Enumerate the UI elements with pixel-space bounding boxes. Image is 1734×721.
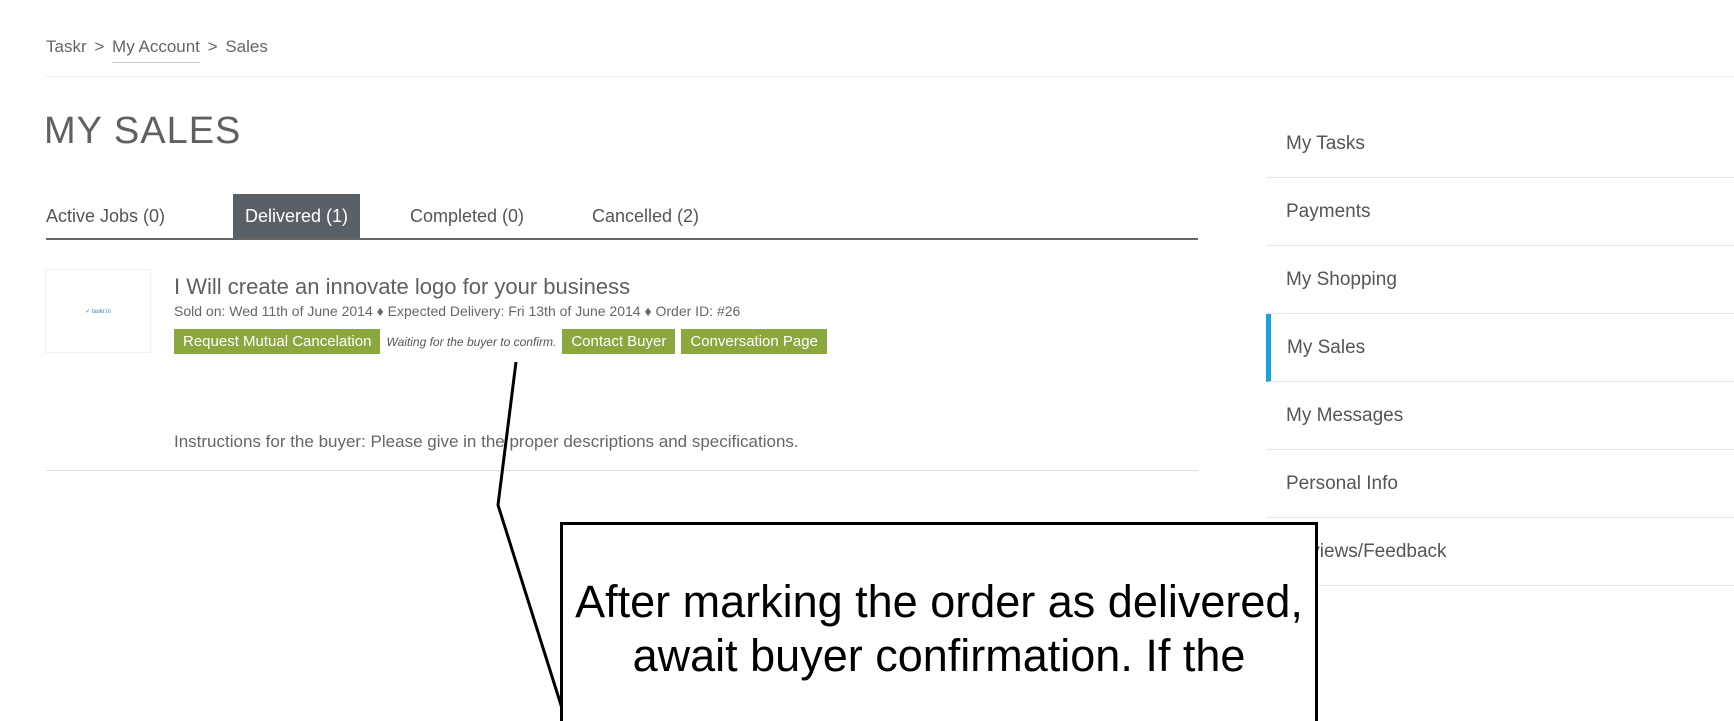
tab-active-jobs[interactable]: Active Jobs (0) [46,194,177,238]
breadcrumb-separator: > [94,37,105,56]
sidebar-item-my-shopping[interactable]: My Shopping [1266,246,1734,314]
page: Taskr > My Account > Sales MY SALES Acti… [0,0,1734,721]
job-thumbnail[interactable]: ✓ taskr.in [46,270,150,352]
job-title[interactable]: I Will create an innovate logo for your … [174,274,630,300]
job-actions: Request Mutual Cancelation Waiting for t… [174,329,827,354]
sidebar-item-my-tasks[interactable]: My Tasks [1266,110,1734,178]
sidebar-item-personal-info[interactable]: Personal Info [1266,450,1734,518]
sidebar-item-my-messages[interactable]: My Messages [1266,382,1734,450]
callout-line-1: After marking the order as delivered, [575,576,1303,627]
request-cancelation-button[interactable]: Request Mutual Cancelation [174,329,381,354]
breadcrumb-my-account[interactable]: My Account [112,37,200,56]
breadcrumb-current: Sales [225,37,268,56]
tab-completed[interactable]: Completed (0) [398,194,536,238]
page-title: MY SALES [44,110,242,152]
header-divider [46,76,1734,77]
account-sidebar: My Tasks Payments My Shopping My Sales M… [1266,110,1734,586]
tab-delivered[interactable]: Delivered (1) [233,194,361,238]
job-meta: Sold on: Wed 11th of June 2014 ♦ Expecte… [174,303,741,319]
tab-cancelled[interactable]: Cancelled (2) [580,194,711,238]
buyer-instructions: Instructions for the buyer: Please give … [174,432,799,451]
sidebar-item-payments[interactable]: Payments [1266,178,1734,246]
conversation-page-button[interactable]: Conversation Page [681,329,827,354]
sales-tabs: Active Jobs (0) Delivered (1) Completed … [46,194,1198,240]
taskr-logo: ✓ taskr.in [85,308,111,315]
sidebar-item-my-sales[interactable]: My Sales [1266,314,1734,382]
annotation-callout: After marking the order as delivered, aw… [560,522,1318,721]
breadcrumb-root[interactable]: Taskr [46,37,87,56]
waiting-status-text: Waiting for the buyer to confirm. [386,334,557,349]
contact-buyer-button[interactable]: Contact Buyer [562,329,676,354]
callout-line-2: await buyer confirmation. If the [632,630,1246,681]
breadcrumb-separator: > [207,37,218,56]
breadcrumb: Taskr > My Account > Sales [46,37,268,57]
sidebar-item-reviews-feedback[interactable]: Reviews/Feedback [1266,518,1734,586]
sales-job-item: ✓ taskr.in I Will create an innovate log… [46,268,1198,471]
